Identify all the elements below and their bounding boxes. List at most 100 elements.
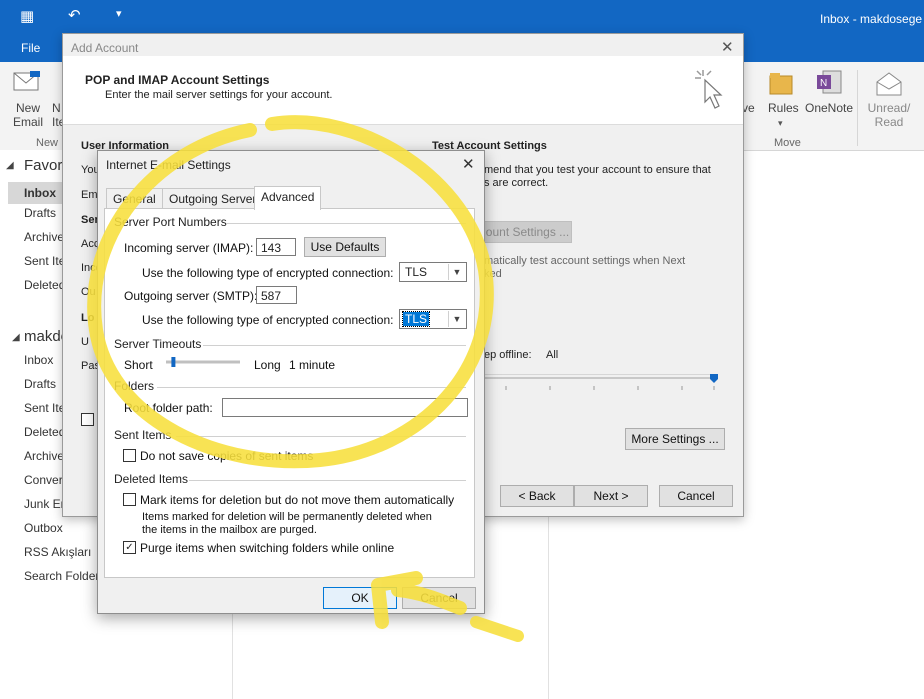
incoming-encryption-select[interactable]: TLS ▼ [399, 262, 467, 282]
server-port-numbers-heading: Server Port Numbers [114, 215, 227, 229]
add-account-field-label: Ou [81, 286, 96, 298]
app-menu-icon[interactable]: ▦ [20, 7, 34, 25]
customize-qat-icon[interactable]: ▾ [116, 7, 122, 20]
favorite-folder-item[interactable]: Deleted [24, 278, 65, 292]
favorites-header[interactable]: Favori [24, 157, 66, 174]
account-folder-item[interactable]: Deleted [24, 425, 65, 439]
folders-heading: Folders [114, 379, 155, 393]
purge-items-label: Purge items when switching folders while… [140, 541, 395, 555]
unread-read-button[interactable]: Unread/Read [864, 101, 914, 129]
incoming-server-label: Incoming server (IMAP): [124, 241, 254, 255]
test-settings-text-2: s are correct. [484, 177, 549, 189]
do-not-save-label: Do not save copies of sent items [140, 449, 314, 463]
account-folder-item[interactable]: Search Folders [24, 569, 105, 583]
auto-test-text-1: matically test account settings when Nex… [484, 255, 686, 267]
chevron-down-icon: ▼ [448, 264, 465, 280]
account-folder-item[interactable]: Sent Ite [24, 401, 65, 415]
deleted-items-heading: Deleted Items [114, 472, 189, 486]
mark-items-checkbox[interactable] [123, 493, 136, 506]
outgoing-encryption-label: Use the following type of encrypted conn… [142, 313, 394, 327]
ies-cancel-button[interactable]: Cancel [402, 587, 476, 609]
rules-button[interactable]: Rules [768, 101, 799, 115]
partial-checkbox[interactable] [81, 413, 94, 426]
divider [176, 436, 466, 437]
rules-icon[interactable] [768, 70, 798, 98]
timeout-value: 1 minute [289, 358, 336, 372]
tab-advanced[interactable]: Advanced [254, 186, 322, 210]
favorite-folder-item[interactable]: Sent Ite [24, 254, 65, 268]
group-new-label: New [36, 137, 59, 149]
divider [226, 223, 466, 224]
use-defaults-button[interactable]: Use Defaults [304, 237, 386, 257]
favorite-folder-item[interactable]: Drafts [24, 206, 56, 220]
incoming-encryption-value: TLS [405, 265, 428, 279]
outgoing-encryption-value: TLS [401, 311, 431, 327]
account-folder-item[interactable]: Outbox [24, 521, 63, 535]
undo-icon[interactable]: ↶ [68, 6, 81, 24]
add-account-cancel-button[interactable]: Cancel [659, 485, 733, 507]
divider [189, 480, 466, 481]
keep-offline-value: All [546, 349, 559, 361]
favorite-folder-item[interactable]: Archive [24, 230, 64, 244]
server-timeouts-heading: Server Timeouts [114, 337, 202, 351]
next-button[interactable]: Next > [574, 485, 648, 507]
file-tab[interactable]: File [21, 41, 40, 55]
window-title: Inbox - makdosege [820, 12, 923, 26]
add-account-heading: POP and IMAP Account Settings [85, 73, 270, 87]
cursor-sparkle-icon [693, 66, 733, 116]
outgoing-port-input[interactable]: 587 [256, 286, 297, 304]
onenote-icon[interactable]: N [815, 69, 845, 97]
timeout-short-label: Short [124, 358, 153, 372]
root-folder-input[interactable] [222, 398, 468, 417]
account-folder-item[interactable]: Conver [24, 473, 63, 487]
timeout-long-label: Long [254, 358, 281, 372]
divider [157, 387, 466, 388]
incoming-port-input[interactable]: 143 [256, 238, 296, 256]
new-email-button[interactable]: New Email [8, 101, 48, 129]
add-account-subheading: Enter the mail server settings for your … [105, 89, 333, 101]
account-folder-item[interactable]: RSS Akışları [24, 545, 91, 559]
mark-items-note-1: Items marked for deletion will be perman… [142, 511, 432, 523]
account-folder-item[interactable]: Drafts [24, 377, 56, 391]
account-folder-item[interactable]: Junk En [24, 497, 67, 511]
tab-outgoing-server[interactable]: Outgoing Server [162, 188, 264, 209]
outgoing-server-label: Outgoing server (SMTP): [124, 289, 258, 303]
svg-text:N: N [820, 78, 827, 89]
onenote-button[interactable]: OneNote [805, 101, 853, 115]
advanced-tab-panel: Server Port Numbers Incoming server (IMA… [104, 208, 475, 578]
ok-button[interactable]: OK [323, 587, 397, 609]
account-folder-item[interactable]: Inbox [24, 353, 53, 367]
server-timeout-slider[interactable] [166, 355, 242, 371]
test-account-settings-button[interactable]: ount Settings ... [483, 221, 572, 243]
ies-close-icon[interactable]: ✕ [462, 155, 475, 173]
sent-items-heading: Sent Items [114, 428, 172, 442]
mark-items-note-2: the items in the mailbox are purged. [142, 524, 317, 536]
chevron-down-icon: ▼ [448, 311, 465, 327]
auto-test-text-2: ked [484, 268, 502, 280]
do-not-save-checkbox[interactable] [123, 449, 136, 462]
test-settings-text-1: mend that you test your account to ensur… [484, 164, 711, 176]
root-folder-label: Root folder path: [124, 401, 213, 415]
new-email-icon[interactable] [12, 70, 42, 94]
mark-items-label: Mark items for deletion but do not move … [140, 493, 455, 507]
account-folder-item[interactable]: Archive [24, 449, 64, 463]
unread-read-icon[interactable] [874, 70, 904, 98]
add-account-close-icon[interactable]: ✕ [721, 38, 734, 56]
incoming-encryption-label: Use the following type of encrypted conn… [142, 266, 394, 280]
back-button[interactable]: < Back [500, 485, 574, 507]
tab-general[interactable]: General [106, 188, 163, 209]
keep-offline-slider[interactable] [484, 368, 719, 396]
title-bar: ▦ ↶ ▾ Inbox - makdosege [0, 0, 924, 36]
add-account-title: Add Account [71, 41, 139, 55]
collapse-account-icon[interactable]: ◢ [12, 332, 20, 343]
rules-dropdown-icon[interactable]: ▾ [778, 118, 783, 129]
collapse-favorites-icon[interactable]: ◢ [6, 160, 14, 171]
internet-email-settings-dialog: Internet E-mail Settings ✕ General Outgo… [97, 150, 485, 614]
more-settings-button[interactable]: More Settings ... [625, 428, 725, 450]
add-account-field-label: U [81, 336, 89, 348]
keep-offline-label: ep offline: [484, 349, 532, 361]
purge-items-checkbox[interactable]: ✓ [123, 541, 136, 554]
outgoing-encryption-select[interactable]: TLS ▼ [399, 309, 467, 329]
divider [203, 345, 466, 346]
ribbon-divider [857, 70, 858, 146]
